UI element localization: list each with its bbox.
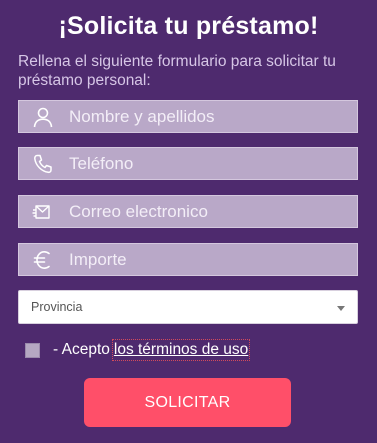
loan-form-panel: ¡Solicita tu préstamo! Rellena el siguie… [0,0,377,443]
terms-link[interactable]: los términos de uso [111,339,251,361]
phone-field[interactable] [18,147,358,180]
province-select-value: Provincia [31,300,83,314]
user-icon [19,101,67,132]
email-field[interactable] [18,195,358,228]
name-input[interactable] [67,101,347,132]
form-subtitle: Rellena el siguiente formulario para sol… [18,53,336,89]
phone-input[interactable] [67,148,347,179]
terms-row: - Acepto los términos de uso [25,339,251,361]
euro-icon [19,244,67,275]
name-field[interactable] [18,100,358,133]
amount-field[interactable] [18,243,358,276]
terms-prefix: - Acepto [53,341,110,358]
chevron-down-icon [337,306,345,311]
amount-input[interactable] [67,244,347,275]
email-input[interactable] [67,196,347,227]
phone-icon [19,148,67,179]
submit-button[interactable]: SOLICITAR [84,378,291,427]
form-title: ¡Solicita tu préstamo! [58,12,319,40]
province-select[interactable]: Provincia [18,290,358,324]
terms-checkbox[interactable] [25,342,40,358]
envelope-icon [19,196,67,227]
